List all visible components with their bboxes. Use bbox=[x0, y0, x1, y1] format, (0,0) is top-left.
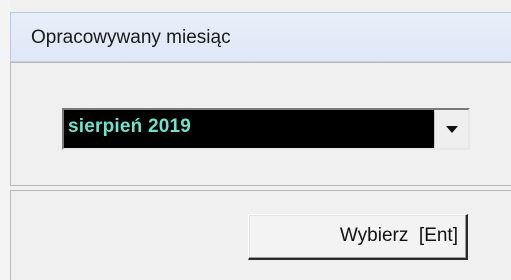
month-select[interactable]: sierpień 2019 bbox=[62, 108, 470, 150]
left-edge bbox=[0, 0, 10, 280]
month-dialog: Opracowywany miesiąc sierpień 2019 Wybie… bbox=[0, 0, 511, 280]
select-button[interactable]: Wybierz [Ent] bbox=[248, 214, 468, 260]
title-bar: Opracowywany miesiąc bbox=[10, 12, 511, 62]
window-title: Opracowywany miesiąc bbox=[31, 27, 231, 48]
select-button-label: Wybierz [Ent] bbox=[339, 225, 458, 246]
month-select-value: sierpień 2019 bbox=[68, 116, 192, 137]
chevron-down-icon bbox=[446, 126, 458, 133]
dropdown-arrow-button[interactable] bbox=[434, 110, 468, 148]
